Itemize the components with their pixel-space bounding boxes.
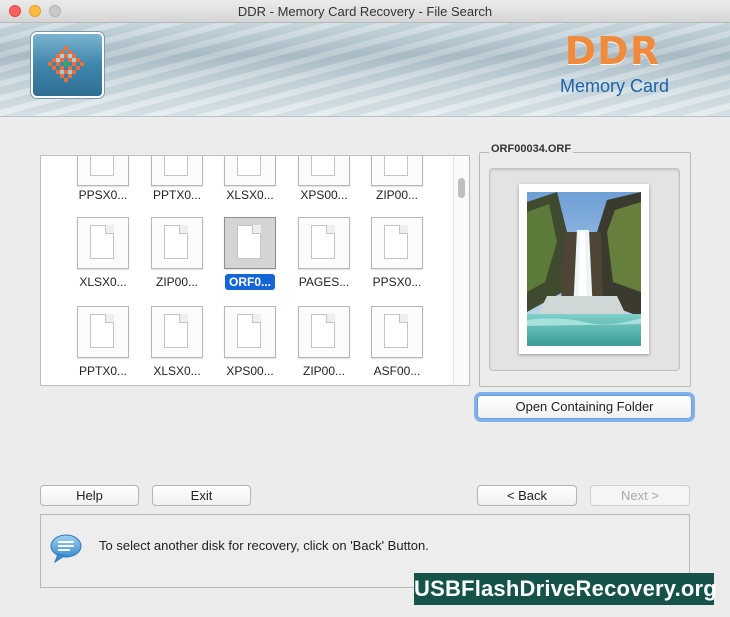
- brand-title: DDR: [564, 29, 660, 73]
- document-icon: [224, 306, 276, 358]
- document-icon: [371, 156, 423, 186]
- back-button[interactable]: < Back: [477, 485, 577, 506]
- file-thumbnail[interactable]: ZIP00...: [141, 217, 213, 297]
- open-containing-folder-button[interactable]: Open Containing Folder: [477, 395, 692, 419]
- watermark-banner: USBFlashDriveRecovery.org: [414, 573, 717, 605]
- file-thumbnail-label: XLSX0...: [226, 188, 274, 202]
- pixel-logo-icon: [48, 46, 84, 82]
- file-thumbnail[interactable]: ZIP00...: [288, 306, 360, 385]
- file-thumbnail-label: PPSX0...: [78, 188, 128, 202]
- file-thumbnail-label: PPTX0...: [152, 188, 202, 202]
- document-icon: [77, 217, 129, 269]
- app-logo: [31, 32, 104, 98]
- thumbnail-grid[interactable]: PPSX0... PPTX0... XLSX0... XPS00... ZIP0…: [40, 155, 470, 386]
- next-button[interactable]: Next >: [590, 485, 690, 506]
- app-window: DDR - Memory Card Recovery - File Search: [0, 0, 730, 617]
- file-thumbnail[interactable]: PPSX0...: [361, 217, 433, 297]
- file-thumbnail-label: ZIP00...: [375, 188, 419, 202]
- document-icon: [371, 306, 423, 358]
- document-icon: [224, 156, 276, 186]
- document-icon: [77, 156, 129, 186]
- scrollbar-thumb[interactable]: [458, 178, 465, 198]
- file-thumbnail[interactable]: XPS00...: [214, 306, 286, 385]
- file-thumbnail-label: XLSX0...: [153, 364, 201, 378]
- file-thumbnail-label: PPSX0...: [372, 275, 422, 289]
- file-thumbnail-label: XLSX0...: [79, 275, 127, 289]
- window-title: DDR - Memory Card Recovery - File Search: [237, 4, 493, 19]
- file-thumbnail-label: PAGES...: [298, 275, 350, 289]
- document-icon: [151, 217, 203, 269]
- document-icon: [224, 217, 276, 269]
- document-icon: [151, 156, 203, 186]
- status-message: To select another disk for recovery, cli…: [99, 538, 429, 553]
- file-thumbnail[interactable]: PAGES...: [288, 217, 360, 297]
- file-thumbnail-label: ASF00...: [373, 364, 421, 378]
- document-icon: [77, 306, 129, 358]
- file-thumbnail-selected[interactable]: ORF0...: [214, 217, 286, 297]
- document-icon: [151, 306, 203, 358]
- document-icon: [298, 217, 350, 269]
- document-icon: [298, 306, 350, 358]
- vertical-scrollbar[interactable]: [453, 156, 469, 385]
- file-thumbnail-label: XPS00...: [300, 188, 348, 202]
- preview-filename: ORF00034.ORF: [489, 143, 574, 155]
- file-thumbnail[interactable]: XLSX0...: [67, 217, 139, 297]
- title-bar: DDR - Memory Card Recovery - File Search: [0, 0, 730, 23]
- brand-subtitle: Memory Card: [559, 76, 669, 96]
- exit-button[interactable]: Exit: [152, 485, 251, 506]
- document-icon: [298, 156, 350, 186]
- preview-image: [519, 184, 649, 354]
- file-thumbnail-label: ZIP00...: [155, 275, 199, 289]
- file-thumbnail-label: ZIP00...: [302, 364, 346, 378]
- file-thumbnail-label: ORF0...: [224, 274, 275, 290]
- header-banner: DDR Memory Card: [0, 23, 730, 117]
- file-thumbnail[interactable]: XLSX0...: [141, 306, 213, 385]
- waterfall-photo-icon: [527, 192, 641, 346]
- file-thumbnail-label: PPTX0...: [78, 364, 128, 378]
- help-button[interactable]: Help: [40, 485, 139, 506]
- file-thumbnail[interactable]: ASF00...: [361, 306, 433, 385]
- document-icon: [371, 217, 423, 269]
- file-thumbnail-label: XPS00...: [226, 364, 274, 378]
- file-thumbnail[interactable]: PPTX0...: [67, 306, 139, 385]
- speech-bubble-icon: [50, 534, 82, 563]
